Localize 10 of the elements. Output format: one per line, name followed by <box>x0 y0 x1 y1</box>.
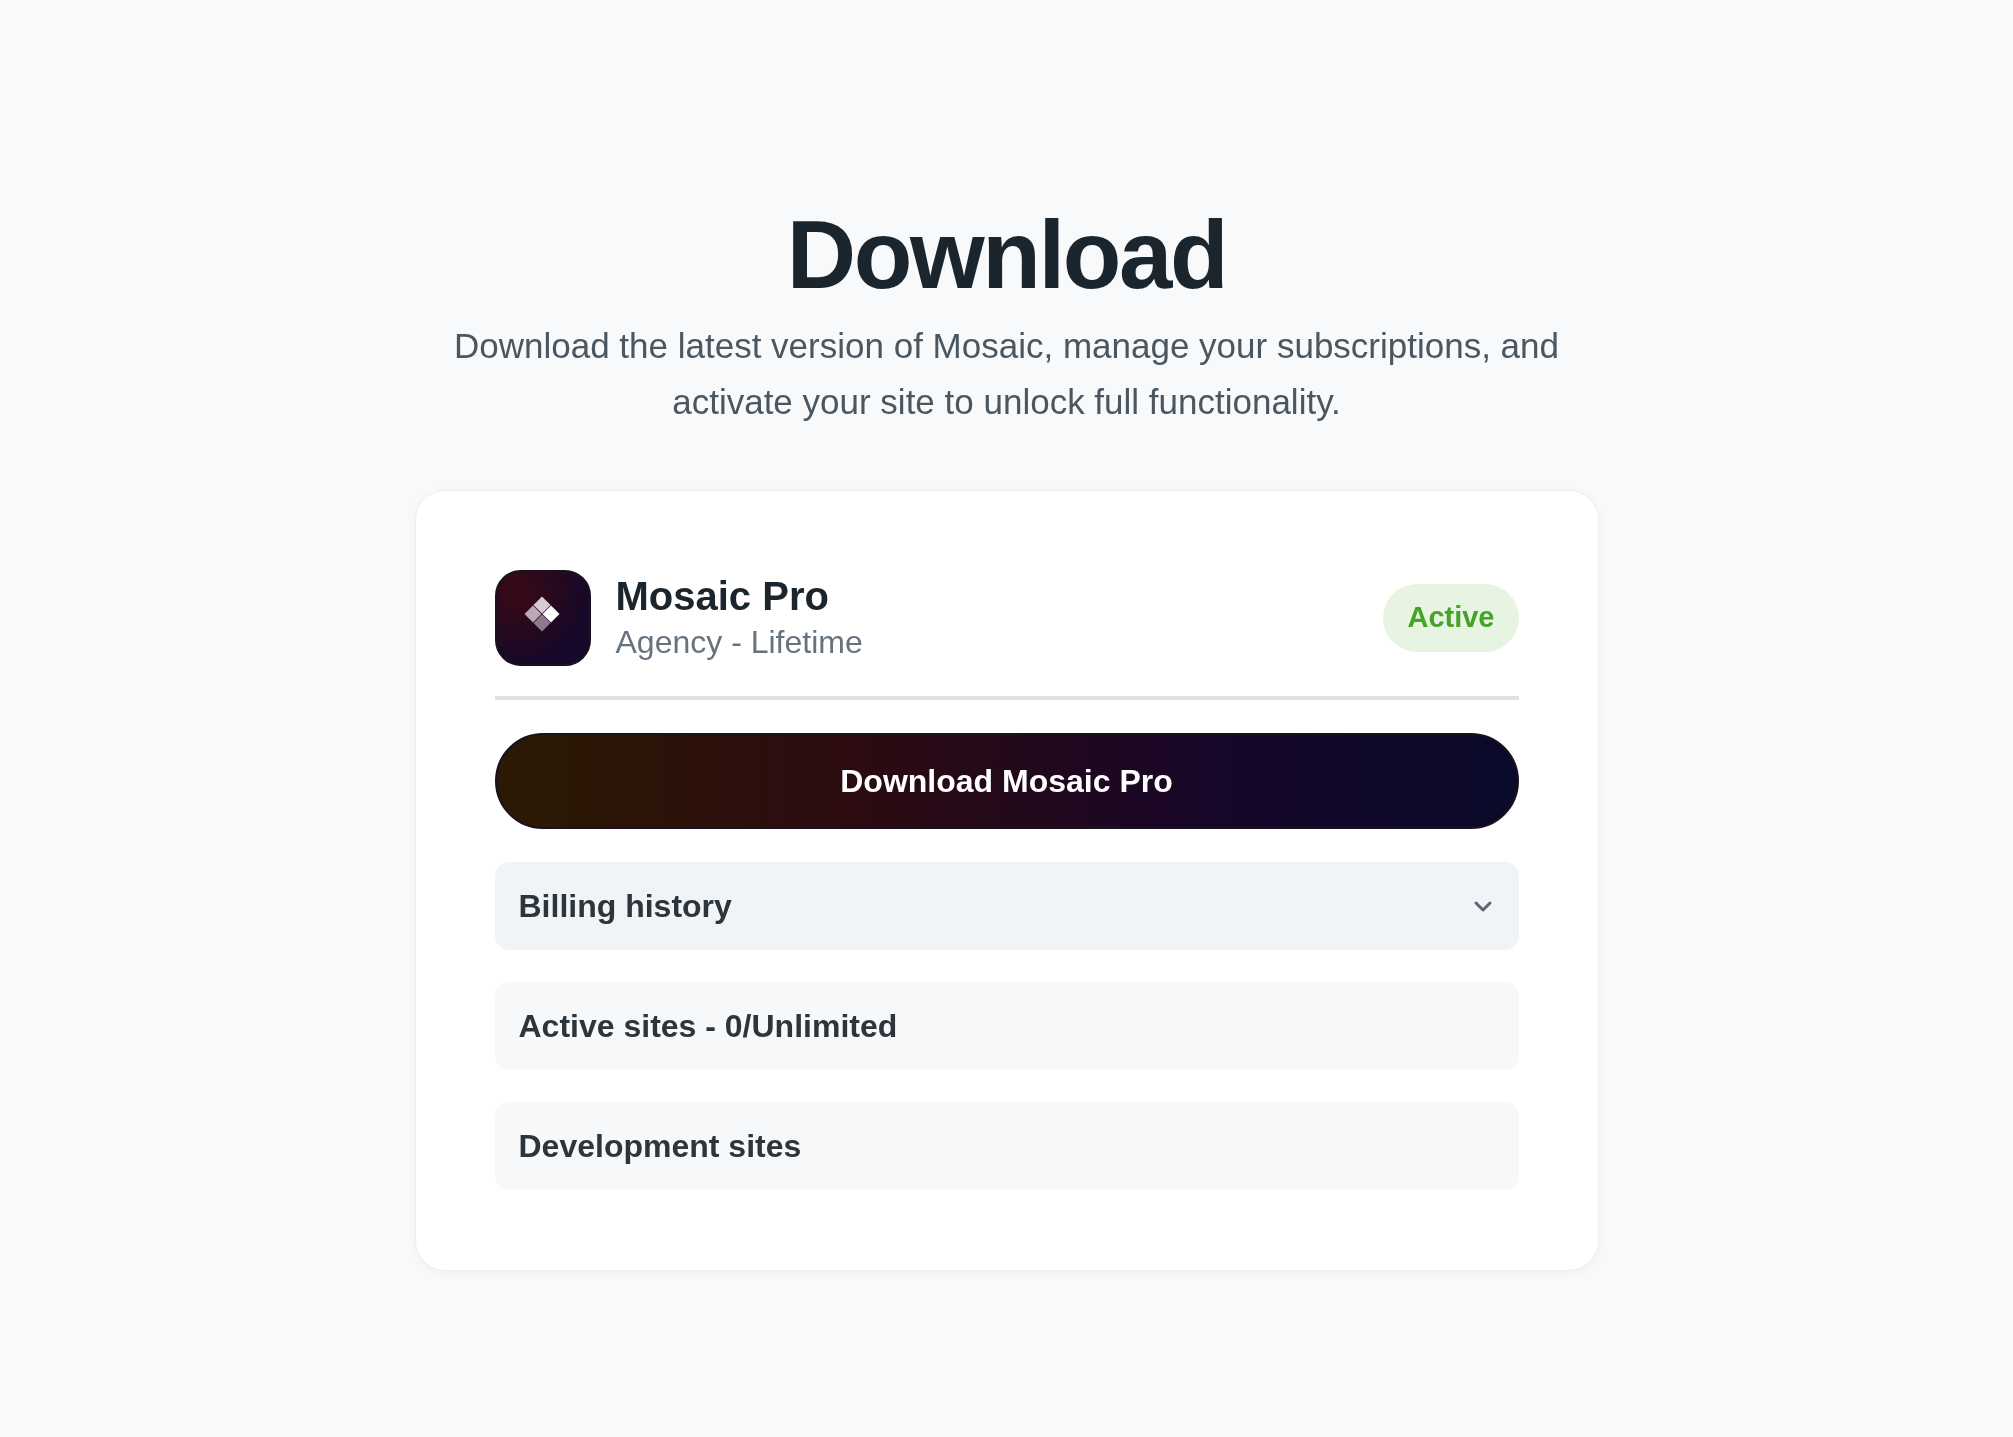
download-button[interactable]: Download Mosaic Pro <box>494 733 1519 829</box>
plan-label: Agency - Lifetime <box>615 623 863 662</box>
section-row[interactable]: Development sites <box>494 1102 1519 1190</box>
product-name: Mosaic Pro <box>615 573 830 620</box>
page-description: Download the latest version of Mosaic, manage your subscriptions, and activate your site to unlock full functionality. <box>453 325 1560 423</box>
status-badge: Active <box>1383 584 1519 652</box>
page-title: Download <box>786 200 1227 310</box>
section-row[interactable]: Active sites - 0/Unlimited <box>494 982 1519 1070</box>
accordion-header[interactable]: Billing history <box>494 862 1519 950</box>
app-logo-icon <box>494 570 591 666</box>
